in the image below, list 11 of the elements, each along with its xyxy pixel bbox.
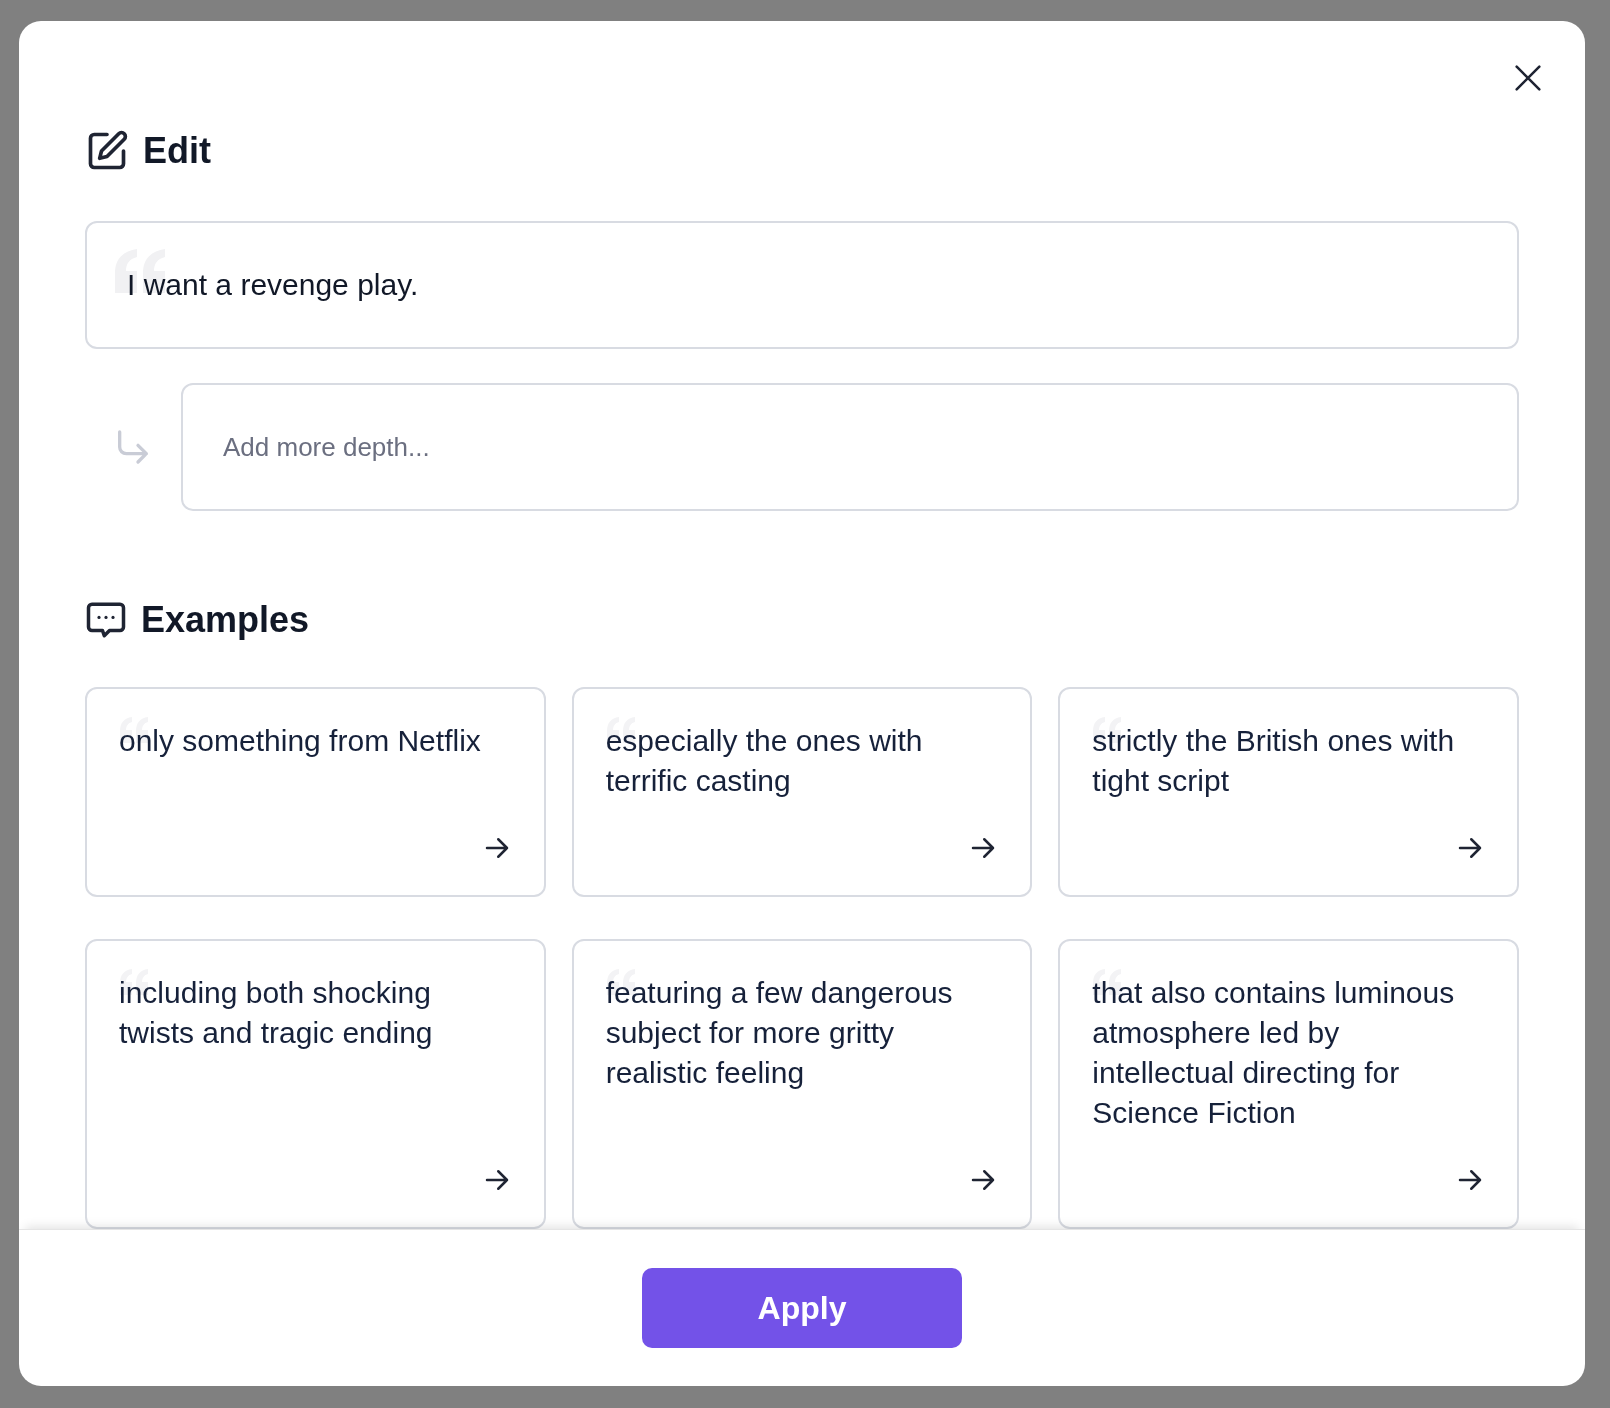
section-title: Examples: [141, 599, 310, 641]
section-title: Edit: [143, 130, 211, 172]
example-card[interactable]: including both shocking twists and tragic ending: [85, 939, 546, 1229]
example-card[interactable]: featuring a few dangerous subject for more gritty realistic feeling: [571, 939, 1033, 1229]
apply-button[interactable]: Apply: [642, 1268, 962, 1348]
depth-input-field[interactable]: Add more depth...: [181, 383, 1519, 511]
example-card[interactable]: only something from Netflix: [85, 687, 546, 897]
example-card[interactable]: that also contains luminous atmosphere led by intellectual directing for Science Fiction: [1058, 939, 1519, 1229]
prompt-text: I want a revenge play.: [127, 268, 419, 302]
example-card[interactable]: especially the ones with terrific casting: [571, 687, 1033, 897]
example-card[interactable]: strictly the British ones with tight script: [1058, 687, 1519, 897]
